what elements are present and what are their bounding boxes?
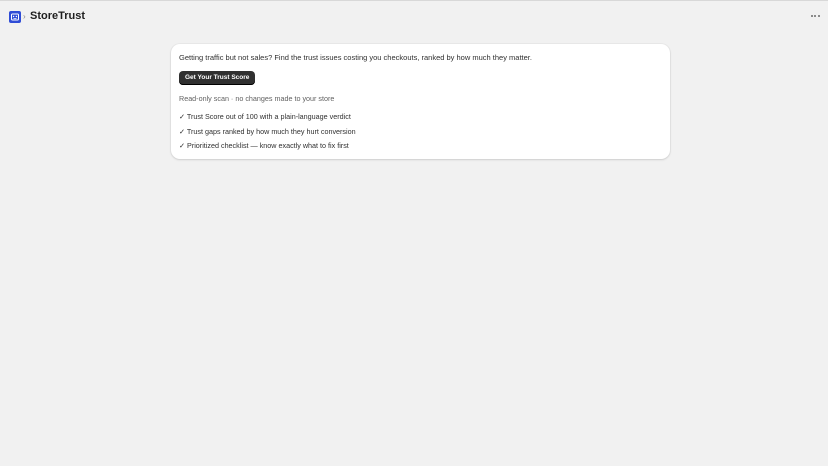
card-headline: Getting traffic but not sales? Find the … [179, 53, 532, 62]
feature-list: ✓ Trust Score out of 100 with a plain-la… [179, 112, 356, 156]
app-icon[interactable] [9, 11, 21, 23]
get-trust-score-button[interactable]: Get Your Trust Score [179, 71, 256, 85]
onboarding-card: Getting traffic but not sales? Find the … [171, 44, 670, 159]
feature-item: ✓ Prioritized checklist — know exactly w… [179, 141, 349, 150]
breadcrumb-separator: › [23, 12, 26, 21]
app-header: › StoreTrust [0, 0, 828, 32]
feature-item: ✓ Trust Score out of 100 with a plain-la… [179, 112, 351, 121]
app-title[interactable]: StoreTrust [30, 9, 85, 24]
feature-item: ✓ Trust gaps ranked by how much they hur… [179, 126, 356, 136]
more-actions-icon[interactable] [808, 9, 822, 23]
read-only-note: Read-only scan · no changes made to your… [179, 94, 335, 103]
